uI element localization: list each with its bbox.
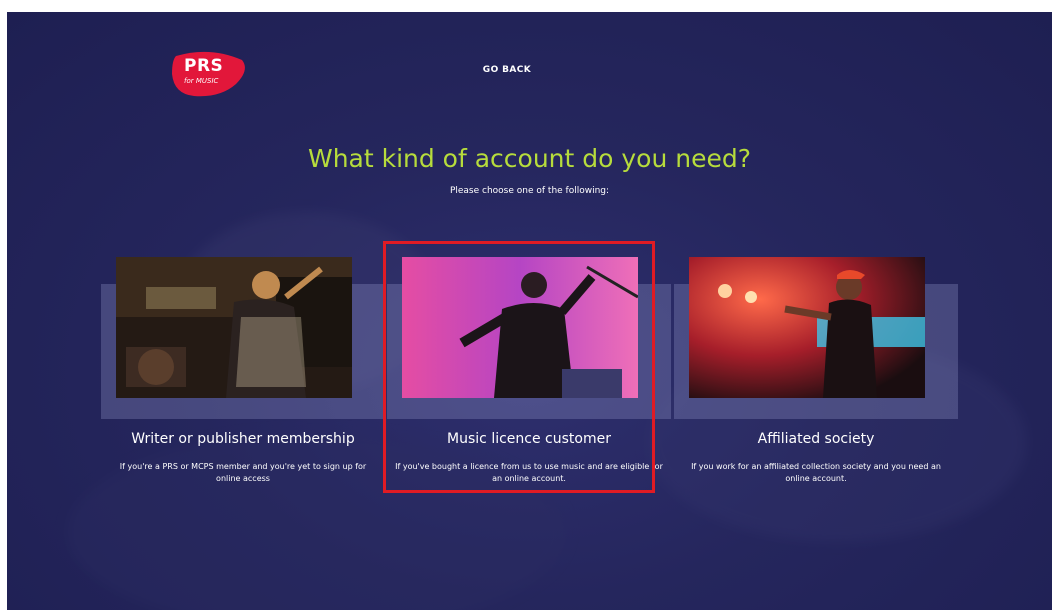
card-description: If you're a PRS or MCPS member and you'r…	[119, 462, 367, 483]
card-photo-society	[689, 257, 925, 398]
card-description: If you work for an affiliated collection…	[691, 462, 941, 483]
prs-for-music-logo[interactable]: PRS for MUSIC	[170, 50, 248, 98]
card-description: If you've bought a licence from us to us…	[395, 462, 663, 483]
card-affiliated-society[interactable]: Affiliated society If you work for an af…	[674, 243, 958, 498]
card-title: Music licence customer	[447, 431, 611, 447]
page-frame: PRS for MUSIC GO BACK What kind of accou…	[7, 12, 1052, 610]
card-title: Affiliated society	[757, 431, 875, 447]
card-photo-writer	[116, 257, 352, 398]
go-back-link[interactable]: GO BACK	[467, 65, 547, 75]
logo-text: PRS	[184, 56, 224, 76]
card-writer-publisher[interactable]: Writer or publisher membership If you're…	[101, 243, 385, 498]
page-subtitle: Please choose one of the following:	[449, 186, 610, 196]
card-title: Writer or publisher membership	[131, 431, 355, 447]
card-music-licence[interactable]: Music licence customer If you've bought …	[387, 243, 671, 498]
card-photo-licence	[402, 257, 638, 398]
logo-subtext: for MUSIC	[184, 77, 219, 85]
page-title: What kind of account do you need?	[307, 144, 752, 173]
